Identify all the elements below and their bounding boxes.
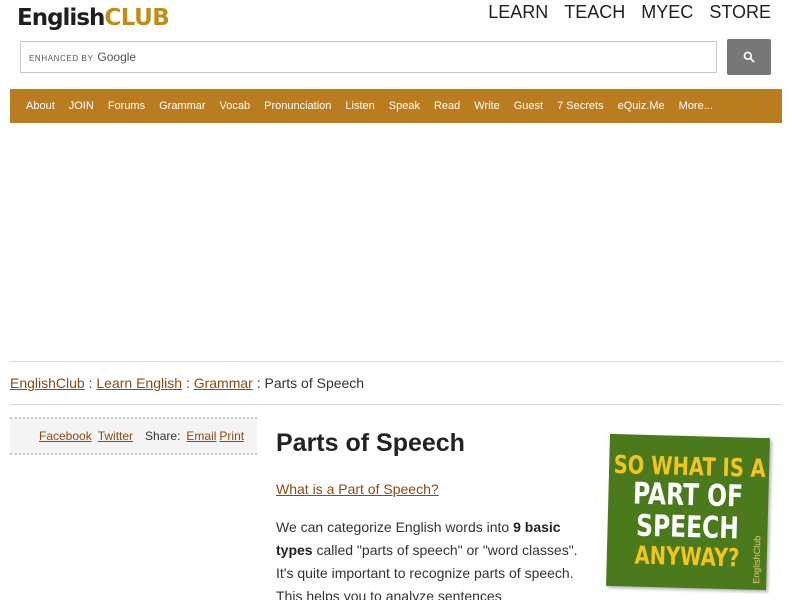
nav-more[interactable]: More... (679, 100, 713, 112)
divider (10, 361, 782, 362)
ad-space (10, 123, 782, 361)
top-nav: LEARN TEACH MYEC STORE (488, 2, 771, 23)
search-box[interactable]: ENHANCED BY Google (20, 41, 717, 73)
what-is-part-of-speech-link[interactable]: What is a Part of Speech? (276, 481, 439, 497)
nav-vocab[interactable]: Vocab (220, 100, 251, 112)
nav-write[interactable]: Write (474, 100, 499, 112)
page-title: Parts of Speech (276, 429, 465, 457)
breadcrumb-separator: : (185, 375, 190, 391)
divider (10, 404, 782, 405)
top-nav-learn[interactable]: LEARN (488, 2, 548, 23)
search-input[interactable] (126, 46, 706, 68)
nav-guest[interactable]: Guest (514, 100, 543, 112)
nav-forums[interactable]: Forums (108, 100, 145, 112)
breadcrumb-separator: : (88, 375, 93, 391)
search-button[interactable] (727, 39, 771, 75)
breadcrumb: EnglishClub : Learn English : Grammar : … (10, 375, 364, 391)
breadcrumb-grammar[interactable]: Grammar (194, 375, 253, 391)
share-print-link[interactable]: Print (219, 429, 244, 443)
intro-bold-1: 9 basic (513, 519, 561, 535)
intro-paragraph: We can categorize English words into 9 b… (276, 516, 586, 600)
part-of-speech-promo-graphic[interactable]: SO WHAT IS A PART OF SPEECH ANYWAY? Engl… (606, 433, 770, 591)
nav-speak[interactable]: Speak (389, 100, 420, 112)
top-nav-myec[interactable]: MYEC (641, 2, 693, 23)
nav-join[interactable]: JOIN (69, 100, 94, 112)
nav-listen[interactable]: Listen (345, 100, 374, 112)
breadcrumb-current: Parts of Speech (264, 375, 365, 391)
enhanced-by-label: ENHANCED BY (29, 53, 94, 63)
search-row: ENHANCED BY Google (20, 39, 772, 75)
englishclub-logo[interactable]: English CLUB (17, 1, 170, 35)
share-twitter-link[interactable]: Twitter (98, 429, 133, 443)
nav-about[interactable]: About (26, 100, 55, 112)
share-label: Share: (145, 429, 181, 443)
search-icon (743, 51, 755, 63)
nav-pronunciation[interactable]: Pronunciation (264, 100, 331, 112)
promo-watermark: EnglishClub (751, 535, 763, 584)
intro-text-2: called "parts of speech" or "word classe… (276, 542, 578, 600)
promo-line-4: ANYWAY? (634, 540, 740, 573)
top-bar: English CLUB LEARN TEACH MYEC STORE (0, 0, 792, 38)
share-box: Facebook Twitter Share: Email Print (10, 417, 257, 455)
nav-grammar[interactable]: Grammar (159, 100, 205, 112)
nav-equiz-me[interactable]: eQuiz.Me (618, 100, 665, 112)
breadcrumb-learn-english[interactable]: Learn English (96, 375, 182, 391)
breadcrumb-englishclub[interactable]: EnglishClub (10, 375, 85, 391)
top-nav-store[interactable]: STORE (709, 2, 771, 23)
share-facebook-link[interactable]: Facebook (39, 429, 92, 443)
main-nav: About JOIN Forums Grammar Vocab Pronunci… (10, 89, 782, 123)
top-nav-teach[interactable]: TEACH (564, 2, 625, 23)
breadcrumb-separator: : (256, 375, 261, 391)
logo-club-text: CLUB (104, 5, 170, 31)
logo-english-text: English (17, 5, 105, 31)
intro-text-1: We can categorize English words into (276, 519, 514, 535)
share-email-link[interactable]: Email (186, 429, 216, 443)
intro-bold-2: types (276, 542, 313, 558)
nav-read[interactable]: Read (434, 100, 460, 112)
nav-7-secrets[interactable]: 7 Secrets (557, 100, 603, 112)
